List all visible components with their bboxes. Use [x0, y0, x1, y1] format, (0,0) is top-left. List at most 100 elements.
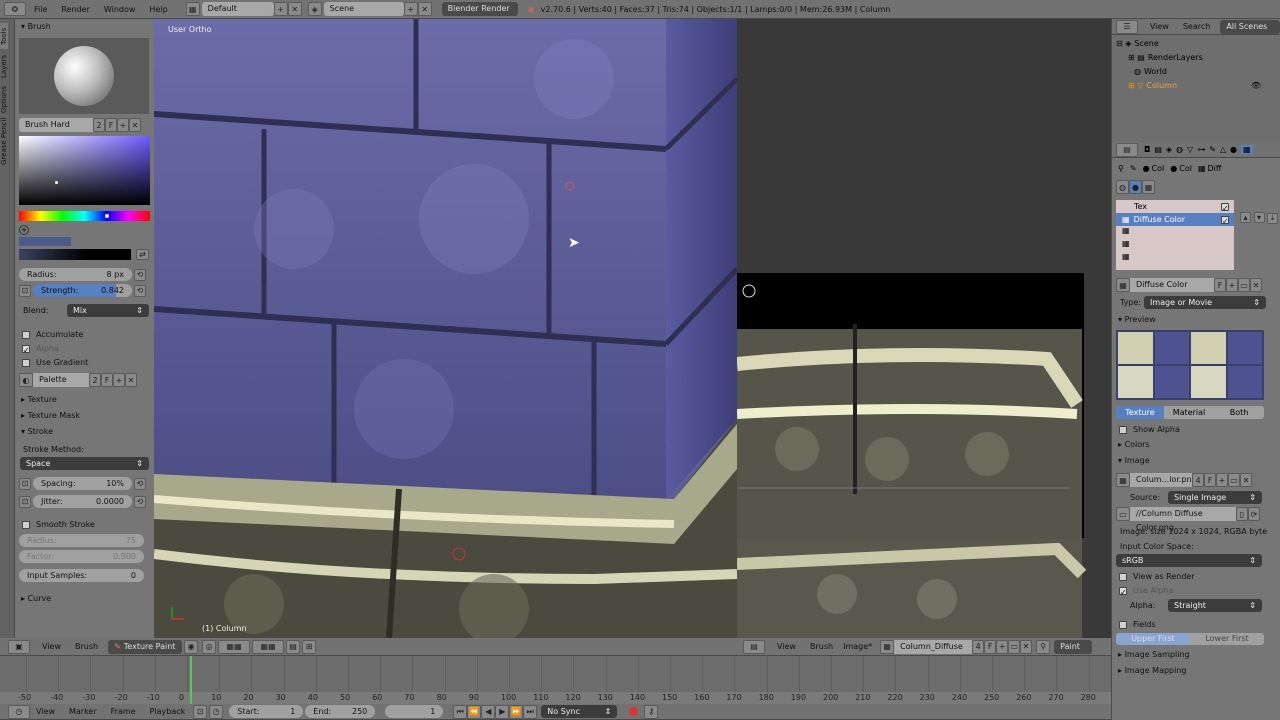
tex-slot-diffuse[interactable]: ▦ Diffuse Color ✓ — [1116, 213, 1234, 226]
render-engine-select[interactable]: Blender Render — [441, 2, 518, 16]
tab-grease-pencil[interactable]: Grease Pencil — [0, 117, 8, 165]
render-preview-icon[interactable]: ▤ — [286, 639, 301, 654]
outliner-editor-icon[interactable]: ☰ — [1116, 19, 1138, 34]
image-menu-brush[interactable]: Brush — [810, 642, 833, 651]
mode-select[interactable]: ✎ Texture Paint — [108, 639, 183, 654]
stroke-method-select[interactable]: Space ⇕ — [20, 457, 149, 470]
editor-type-3d-icon[interactable]: ▣ — [8, 639, 30, 654]
texture-fake-user[interactable]: F — [1214, 278, 1226, 292]
reload-icon[interactable]: ⟳ — [1248, 507, 1260, 521]
brush-panel-header[interactable]: ▾ Brush — [15, 19, 154, 35]
tex-slot-diffuse-checkbox[interactable]: ✓ — [1221, 215, 1229, 226]
fields-checkbox[interactable] — [1119, 620, 1127, 629]
object-tab-icon[interactable]: ▽ — [1187, 145, 1193, 154]
swatch-3[interactable] — [45, 237, 58, 246]
spacing-lock-icon[interactable]: ⊡ — [19, 477, 31, 490]
texture-mask-header[interactable]: ▸ Texture Mask — [15, 408, 154, 424]
gradient-row[interactable]: Use Gradient — [22, 358, 154, 367]
outliner-column-item[interactable]: ⊞ ▽ Column 👁 — [1128, 81, 1280, 90]
prev-keyframe-icon[interactable]: ⏪ — [467, 704, 482, 719]
tex-slot-checkbox[interactable]: ✓ — [1221, 202, 1229, 213]
preview-panel-header[interactable]: ▾ Preview — [1112, 312, 1280, 328]
palette-icon[interactable]: ◐ — [19, 373, 33, 387]
brush-preview[interactable] — [19, 38, 149, 114]
slot-down-icon[interactable]: ▾ — [1253, 212, 1265, 223]
upper-first-tab[interactable]: Upper First — [1116, 633, 1190, 645]
strength-pressure-icon[interactable]: ⟲ — [134, 284, 146, 297]
empty-slot-icon[interactable]: ▦ — [1116, 226, 1234, 239]
texture-tab-icon[interactable]: ▦ — [1241, 145, 1253, 154]
image-sampling-header[interactable]: ▸ Image Sampling — [1112, 647, 1280, 663]
timeline-menu-view[interactable]: View — [36, 707, 55, 716]
texture-copy-icon[interactable]: ▭ — [1238, 278, 1250, 292]
filepath-icon[interactable]: ▭ — [1116, 507, 1130, 521]
scene-add-icon[interactable]: + — [403, 2, 418, 16]
viewport-menu-view[interactable]: View — [42, 642, 61, 651]
play-reverse-icon[interactable]: ◀ — [481, 704, 496, 719]
outliner-renderlayers-item[interactable]: ⊞ ▤ RenderLayers — [1128, 53, 1280, 62]
image-pin-icon[interactable]: ⚲ — [1036, 639, 1051, 654]
tex-slot-tex[interactable]: Tex ✓ — [1116, 200, 1234, 213]
slot-copy-icon[interactable]: ⤓ — [1267, 212, 1279, 224]
image-add-icon[interactable]: + — [996, 639, 1009, 654]
image-mapping-header[interactable]: ▸ Image Mapping — [1112, 663, 1280, 679]
alpha-checkbox[interactable]: ✓ — [22, 344, 30, 355]
timeline-menu-playback[interactable]: Playback — [150, 707, 186, 716]
texture-panel-header[interactable]: ▸ Texture — [15, 392, 154, 408]
play-icon[interactable]: ▶ — [495, 704, 510, 719]
image-add-prop-icon[interactable]: + — [1216, 473, 1228, 487]
strength-field[interactable]: ⊡ Strength: 0.842 ⟲ — [19, 284, 154, 297]
layout-field[interactable]: Default — [201, 2, 274, 16]
other-tex-icon[interactable]: ▦ — [1142, 180, 1155, 194]
curve-panel-header[interactable]: ▸ Curve — [15, 591, 154, 607]
image-name-field[interactable]: Column_Diffuse Col... — [894, 639, 973, 665]
editor-type-image-icon[interactable]: ▤ — [743, 639, 765, 654]
image-fake-user[interactable]: F — [984, 639, 997, 654]
image-browse-icon[interactable]: ▦ — [880, 639, 895, 654]
outliner-scene-item[interactable]: ⊟ ◈ Scene — [1116, 39, 1280, 48]
use-alpha-row[interactable]: ✓ Use Alpha — [1119, 586, 1280, 597]
palette-add-icon2[interactable]: + — [113, 373, 125, 387]
viewport-3d[interactable]: User Ortho (1) Column ➤ — [154, 19, 737, 638]
image-open-icon[interactable]: ▭ — [1008, 639, 1021, 654]
timeline[interactable]: -50 -40 -30 -20 -10 0 10 20 30 40 50 60 70 80 90 100 110… — [0, 656, 1111, 704]
texture-name-field[interactable]: Diffuse Color — [1130, 278, 1214, 292]
image-open-prop-icon[interactable]: ▭ — [1228, 473, 1240, 487]
jump-start-icon[interactable]: ⏮ — [453, 704, 468, 719]
start-frame-field[interactable]: Start: 1 — [229, 705, 304, 718]
ss-radius-field[interactable]: Radius: 75 — [19, 534, 144, 547]
palette-remove-icon[interactable]: ✕ — [125, 373, 137, 387]
pivot-icon[interactable]: ◎ — [202, 639, 217, 654]
colors-panel-header[interactable]: ▸ Colors — [1112, 437, 1280, 453]
menu-window[interactable]: Window — [104, 5, 136, 14]
scene-icon[interactable]: ◈ — [307, 2, 322, 16]
palette-add-icon[interactable]: + — [19, 225, 29, 235]
visibility-eye-icon[interactable]: 👁 — [1251, 81, 1261, 90]
empty-slot-icon[interactable]: ▦ — [1116, 252, 1234, 265]
viewport-menu-brush[interactable]: Brush — [75, 642, 98, 651]
slot-up-icon[interactable]: ▴ — [1240, 212, 1251, 223]
next-keyframe-icon[interactable]: ⏩ — [509, 704, 524, 719]
tab-tools[interactable]: Tools — [0, 23, 8, 49]
jump-end-icon[interactable]: ⏭ — [523, 704, 538, 719]
image-menu-view[interactable]: View — [777, 642, 796, 651]
alpha-row[interactable]: ✓ Alpha — [22, 344, 154, 355]
brush-fake-user[interactable]: F — [105, 118, 117, 132]
menu-render[interactable]: Render — [61, 5, 89, 14]
tab-layers[interactable]: Layers — [0, 51, 8, 81]
outliner-world-item[interactable]: ◍ World — [1134, 67, 1280, 76]
texture-type-select[interactable]: Image or Movie ⇕ — [1144, 296, 1266, 309]
blend-select[interactable]: Mix ⇕ — [67, 304, 149, 317]
gradient-checkbox[interactable] — [22, 358, 30, 367]
image-editor[interactable] — [737, 19, 1111, 638]
image-users[interactable]: 4 — [972, 639, 985, 654]
clock-icon[interactable]: ◷ — [209, 704, 224, 719]
jitter-pressure-icon[interactable]: ⟲ — [134, 495, 146, 508]
texture-add-icon[interactable]: + — [1226, 278, 1238, 292]
material-tex-icon[interactable]: ● — [1129, 180, 1142, 194]
editor-type-timeline-icon[interactable]: ◷ — [8, 704, 30, 719]
image-mode-select[interactable]: Paint — [1054, 639, 1093, 654]
brush-remove-icon[interactable]: ✕ — [129, 118, 141, 132]
spacing-pressure-icon[interactable]: ⟲ — [134, 477, 146, 490]
data-tab-icon[interactable]: △ — [1220, 145, 1226, 154]
